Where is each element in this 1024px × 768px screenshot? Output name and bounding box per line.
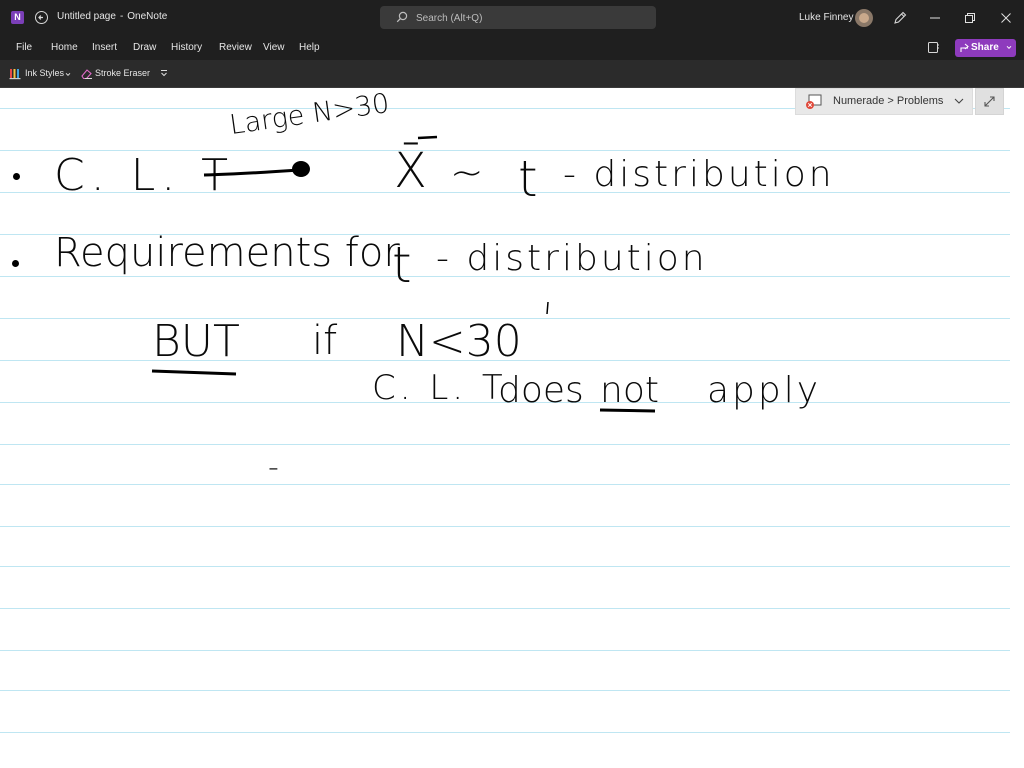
notebook-icon[interactable] [927, 41, 940, 54]
menu-bar: File Home Insert Draw History Review Vie… [0, 36, 1024, 60]
menu-insert[interactable]: Insert [92, 42, 117, 53]
ink-styles-icon [9, 69, 21, 80]
ink-requirements-for: Requirements for [54, 230, 400, 276]
ink-stray-mark: - [268, 450, 279, 485]
rule-line [0, 566, 1010, 567]
page-canvas[interactable]: Numerade > Problems C. L. T Large N>30 X… [0, 88, 1024, 768]
title-bar: N Untitled page-OneNote Luke Finney [0, 0, 1024, 36]
search-input[interactable] [414, 6, 648, 31]
ink-t-2: t [392, 236, 412, 294]
pen-icon[interactable] [893, 11, 907, 25]
user-name[interactable]: Luke Finney [799, 12, 853, 23]
menu-home[interactable]: Home [51, 42, 78, 53]
rule-line [0, 444, 1010, 445]
avatar[interactable] [855, 9, 873, 27]
menu-history[interactable]: History [171, 42, 202, 53]
menu-help[interactable]: Help [299, 42, 320, 53]
menu-file[interactable]: File [16, 42, 32, 53]
ink-not: not [600, 370, 659, 411]
chevron-down-icon [65, 72, 71, 77]
app-name: OneNote [127, 11, 168, 22]
rule-line [0, 690, 1010, 691]
ink-x-bar: X̄ [394, 143, 427, 199]
ink-toolbar: Ink Styles Stroke Eraser [0, 60, 1024, 88]
ink-tilde: ~ [450, 150, 484, 196]
minimize-icon[interactable] [926, 9, 944, 27]
full-page-view-button[interactable] [975, 88, 1004, 115]
menu-review[interactable]: Review [219, 42, 252, 53]
search-icon [396, 11, 408, 23]
rule-line [0, 650, 1010, 651]
notebook-location-text: Numerade > Problems [833, 95, 944, 107]
ink-t-1: t [518, 150, 538, 208]
share-button[interactable]: Share [955, 39, 1016, 57]
title-separator: - [119, 11, 124, 22]
ink-if: if [312, 318, 338, 364]
ink-apply: apply [707, 370, 822, 411]
ink-distribution-2: - distribution [436, 238, 708, 279]
chevron-down-icon [1006, 45, 1012, 50]
search-box[interactable] [380, 6, 656, 31]
restore-icon[interactable] [961, 9, 979, 27]
eraser-icon [81, 69, 92, 80]
ink-does: does [498, 370, 584, 411]
rule-line [0, 484, 1010, 485]
ink-large-n: Large N>30 [227, 87, 392, 141]
window-title: Untitled page - OneNote [57, 11, 167, 22]
bullet-point [13, 173, 20, 180]
expand-icon [984, 96, 995, 107]
toolbar-overflow-icon[interactable] [160, 69, 168, 77]
menu-draw[interactable]: Draw [133, 42, 156, 53]
page-title: Untitled page [57, 11, 116, 22]
back-button[interactable] [35, 11, 48, 24]
ink-distribution-1: - distribution [563, 154, 835, 195]
notebook-location-dropdown[interactable]: Numerade > Problems [795, 88, 973, 115]
chevron-down-icon [954, 98, 964, 104]
menu-view[interactable]: View [263, 42, 285, 53]
notebook-sync-error-icon [806, 94, 822, 109]
onenote-logo-icon: N [11, 11, 24, 24]
rule-line [0, 526, 1010, 527]
ink-n-less-30: N<30 [396, 316, 522, 367]
ink-clt: C. L. T [54, 150, 235, 201]
ink-styles-label: Ink Styles [25, 68, 65, 78]
share-label: Share [971, 42, 999, 53]
ink-but: BUT [152, 316, 240, 367]
rule-line [0, 732, 1010, 733]
close-icon[interactable] [997, 9, 1015, 27]
rule-line [0, 608, 1010, 609]
stroke-eraser-label: Stroke Eraser [95, 68, 151, 78]
share-icon [960, 43, 969, 52]
ink-clt-2: C. L. T [372, 368, 507, 408]
back-arrow-icon [38, 15, 43, 20]
bullet-point [12, 260, 19, 267]
